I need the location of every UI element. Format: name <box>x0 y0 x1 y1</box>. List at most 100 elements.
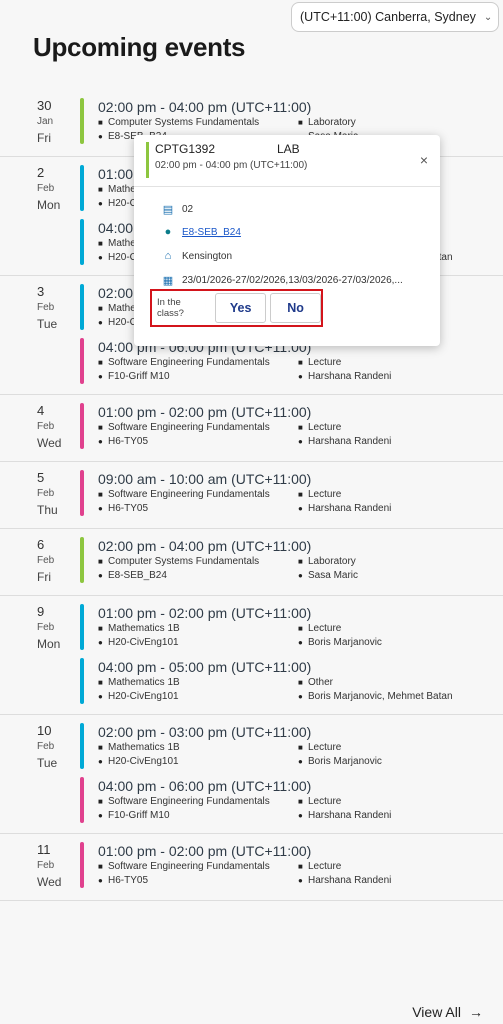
event-room: H6-TY05 <box>108 875 149 886</box>
event-room: F10-Griff M10 <box>108 371 170 382</box>
event-item[interactable]: 04:00 pm - 06:00 pm (UTC+11:00) ■ Software… <box>80 777 503 823</box>
yes-button[interactable]: Yes <box>215 293 267 323</box>
day-label: 11 Feb Wed <box>0 842 80 890</box>
day-events: 01:00 pm - 02:00 pm (UTC+11:00) ■ Mathemat… <box>80 604 503 704</box>
book-icon: ■ <box>98 797 103 806</box>
popup-campus: Kensington <box>182 250 233 262</box>
day-number: 11 <box>37 842 51 857</box>
timezone-select[interactable]: (UTC+11:00) Canberra, Sydney ⌄ <box>291 2 499 32</box>
location-pin-icon: ● <box>98 253 103 262</box>
event-color-bar <box>80 842 84 888</box>
location-pin-icon: ● <box>98 757 103 766</box>
popup-event-type: LAB <box>277 142 300 156</box>
event-time: 01:00 pm - 02:00 pm (UTC+11:00) <box>98 404 312 420</box>
event-staff: Harshana Randeni <box>308 503 392 514</box>
popup-divider <box>134 186 440 187</box>
event-color-bar <box>80 537 84 583</box>
event-item[interactable]: 01:00 pm - 02:00 pm (UTC+11:00) ■ Software… <box>80 403 503 449</box>
event-type: Laboratory <box>308 556 356 567</box>
event-color-bar <box>80 284 84 330</box>
view-all-link[interactable]: View All → <box>412 1004 483 1020</box>
location-pin-icon: ● <box>164 226 172 238</box>
event-course: Software Engineering Fundamentals <box>108 861 270 872</box>
day-events: 09:00 am - 10:00 am (UTC+11:00) ■ Software… <box>80 470 503 518</box>
day-events: 01:00 pm - 02:00 pm (UTC+11:00) ■ Software… <box>80 842 503 890</box>
event-color-bar <box>80 658 84 704</box>
day-weekday: Tue <box>37 756 58 770</box>
day-weekday: Tue <box>37 317 58 331</box>
day-number: 4 <box>37 403 45 418</box>
person-icon: ● <box>298 757 303 766</box>
event-type: Lecture <box>308 422 342 433</box>
event-item[interactable]: 04:00 pm - 05:00 pm (UTC+11:00) ■ Mathemat… <box>80 658 503 704</box>
day-weekday: Thu <box>37 503 58 517</box>
event-time: 04:00 pm - 06:00 pm (UTC+11:00) <box>98 778 312 794</box>
event-body: 04:00 pm - 06:00 pm (UTC+11:00) ■ Software… <box>98 777 503 823</box>
event-details: ■ Software Engineering Fundamentals ■ Lectu… <box>98 421 503 449</box>
event-course: Mathematics 1B <box>108 677 180 688</box>
day-month: Feb <box>37 622 55 633</box>
event-staff: Harshana Randeni <box>308 810 392 821</box>
day-number: 6 <box>37 537 45 552</box>
location-pin-icon: ● <box>98 437 103 446</box>
no-button[interactable]: No <box>270 293 321 323</box>
location-pin-icon: ● <box>98 318 103 327</box>
day-weekday: Fri <box>37 131 51 145</box>
event-type: Lecture <box>308 742 342 753</box>
event-staff: Boris Marjanovic <box>308 637 382 648</box>
event-room: H20-CivEng101 <box>108 756 179 767</box>
event-color-bar <box>80 338 84 384</box>
event-time: 02:00 pm - 03:00 pm (UTC+11:00) <box>98 724 312 740</box>
attendance-question: In the class? <box>157 297 184 319</box>
event-staff: Sasa Maric <box>308 570 359 581</box>
day-label: 6 Feb Fri <box>0 537 80 585</box>
event-course: Mathematics 1B <box>108 742 180 753</box>
event-item[interactable]: 02:00 pm - 03:00 pm (UTC+11:00) ■ Mathemat… <box>80 723 503 769</box>
event-staff: Boris Marjanovic, Mehmet Batan <box>308 691 453 702</box>
day-weekday: Fri <box>37 570 51 584</box>
person-icon: ● <box>298 876 303 885</box>
event-type: Lecture <box>308 796 342 807</box>
event-details: ■ Mathematics 1B ■ Lecture ● H20-CivEng101 ● Bo… <box>98 622 503 650</box>
location-pin-icon: ● <box>98 372 103 381</box>
class-type-icon: ■ <box>298 797 303 806</box>
event-type: Laboratory <box>308 117 356 128</box>
day-weekday: Wed <box>37 436 62 450</box>
event-color-bar <box>80 165 84 211</box>
day-month: Feb <box>37 488 55 499</box>
day-month: Feb <box>37 741 55 752</box>
book-icon: ■ <box>98 678 103 687</box>
day-weekday: Wed <box>37 875 62 889</box>
book-icon: ■ <box>98 239 103 248</box>
view-all-label: View All <box>412 1004 461 1020</box>
day-month: Feb <box>37 555 55 566</box>
person-icon: ● <box>298 571 303 580</box>
event-room: H6-TY05 <box>108 436 149 447</box>
event-type: Lecture <box>308 489 342 500</box>
event-body: 04:00 pm - 05:00 pm (UTC+11:00) ■ Mathemat… <box>98 658 503 704</box>
event-staff: Harshana Randeni <box>308 371 392 382</box>
day-weekday: Mon <box>37 637 61 651</box>
book-icon: ■ <box>98 304 103 313</box>
popup-location-link[interactable]: E8-SEB_B24 <box>182 227 241 238</box>
day-number: 30 <box>37 98 52 113</box>
event-room: H20-CivEng101 <box>108 691 179 702</box>
event-course: Software Engineering Fundamentals <box>108 796 270 807</box>
popup-dates: 23/01/2026-27/02/2026,13/03/2026-27/03/2… <box>182 275 403 286</box>
event-course: Software Engineering Fundamentals <box>108 422 270 433</box>
day-month: Feb <box>37 421 55 432</box>
close-icon[interactable]: × <box>420 152 428 168</box>
event-staff: Harshana Randeni <box>308 875 392 886</box>
event-body: 01:00 pm - 02:00 pm (UTC+11:00) ■ Mathemat… <box>98 604 503 650</box>
event-item[interactable]: 02:00 pm - 04:00 pm (UTC+11:00) ■ Computer… <box>80 537 503 583</box>
event-item[interactable]: 09:00 am - 10:00 am (UTC+11:00) ■ Software… <box>80 470 503 516</box>
event-item[interactable]: 01:00 pm - 02:00 pm (UTC+11:00) ■ Software… <box>80 842 503 888</box>
event-item[interactable]: 01:00 pm - 02:00 pm (UTC+11:00) ■ Mathemat… <box>80 604 503 650</box>
class-type-icon: ■ <box>298 423 303 432</box>
class-type-icon: ■ <box>298 557 303 566</box>
event-time: 04:00 pm - 05:00 pm (UTC+11:00) <box>98 659 312 675</box>
day-month: Feb <box>37 183 55 194</box>
event-staff: Harshana Randeni <box>308 436 392 447</box>
event-details: ■ Software Engineering Fundamentals ■ Lectu… <box>98 860 503 888</box>
day-label: 5 Feb Thu <box>0 470 80 518</box>
